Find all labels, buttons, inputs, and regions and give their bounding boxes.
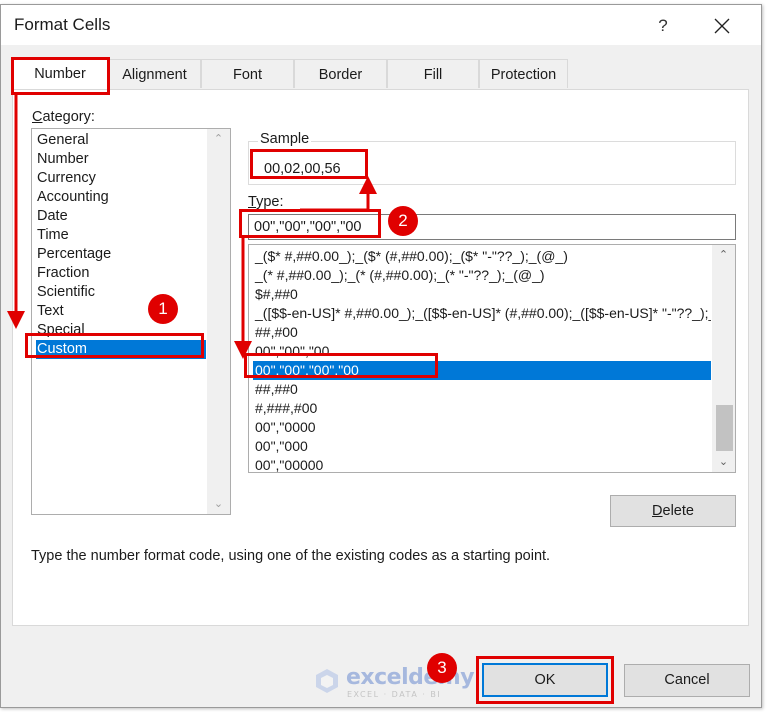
format-code-scrollbar[interactable]: ⌃ ⌄ [712, 245, 735, 472]
hint-text: Type the number format code, using one o… [31, 548, 551, 564]
format-code-item[interactable]: _($* #,##0.00_);_($* (#,##0.00);_($* "-"… [253, 247, 711, 266]
category-item-time[interactable]: Time [36, 226, 206, 245]
format-code-item[interactable]: 00","0000 [253, 418, 711, 437]
chevron-up-icon[interactable]: ⌃ [207, 129, 230, 149]
category-item-scientific[interactable]: Scientific [36, 283, 206, 302]
tab-border[interactable]: Border [294, 59, 387, 88]
delete-button[interactable]: Delete [610, 495, 736, 527]
format-code-item[interactable]: _(* #,##0.00_);_(* (#,##0.00);_(* "-"??_… [253, 266, 711, 285]
category-scrollbar[interactable]: ⌃ ⌄ [207, 129, 230, 514]
format-cells-dialog: Format Cells ? Number Alignment Font Bor… [0, 4, 762, 708]
chevron-down-icon[interactable]: ⌄ [207, 494, 230, 514]
category-item-percentage[interactable]: Percentage [36, 245, 206, 264]
category-item-custom[interactable]: Custom [36, 340, 206, 359]
category-item-date[interactable]: Date [36, 207, 206, 226]
category-label: Category: [32, 109, 95, 125]
tab-number[interactable]: Number [12, 58, 108, 89]
format-code-item[interactable]: 00","00000 [253, 456, 711, 472]
dialog-title: Format Cells [14, 15, 111, 34]
format-code-item-selected[interactable]: 00","00","00","00 [253, 361, 711, 380]
step-badge-2: 2 [388, 206, 418, 236]
sample-value: 00,02,00,56 [264, 161, 341, 177]
chevron-down-icon[interactable]: ⌄ [712, 452, 735, 472]
format-code-item[interactable]: 00","00","00 [253, 342, 711, 361]
format-code-item[interactable]: ##,##0 [253, 380, 711, 399]
format-code-item[interactable]: $#,##0 [253, 285, 711, 304]
watermark-tagline: EXCEL · DATA · BI [347, 690, 442, 699]
type-input[interactable] [248, 214, 736, 240]
exceldemy-logo-icon [316, 669, 338, 693]
step-badge-1: 1 [148, 294, 178, 324]
category-item-number[interactable]: Number [36, 150, 206, 169]
ok-button[interactable]: OK [482, 663, 608, 697]
step-badge-3: 3 [427, 653, 457, 683]
close-button[interactable] [707, 11, 737, 41]
type-label: Type: [248, 194, 284, 210]
tab-protection[interactable]: Protection [479, 59, 568, 88]
close-icon [714, 18, 730, 34]
format-code-item[interactable]: 00","000 [253, 437, 711, 456]
sample-legend: Sample [258, 131, 312, 147]
format-code-item[interactable]: ##,#00 [253, 323, 711, 342]
category-list[interactable]: General Number Currency Accounting Date … [31, 128, 231, 515]
category-item-general[interactable]: General [36, 131, 206, 150]
category-item-accounting[interactable]: Accounting [36, 188, 206, 207]
category-item-text[interactable]: Text [36, 302, 206, 321]
tab-fill[interactable]: Fill [387, 59, 479, 88]
scrollbar-thumb[interactable] [716, 405, 733, 451]
format-code-item[interactable]: _([$$-en-US]* #,##0.00_);_([$$-en-US]* (… [253, 304, 711, 323]
category-item-special[interactable]: Special [36, 321, 206, 340]
format-code-list[interactable]: _($* #,##0.00_);_($* (#,##0.00);_($* "-"… [248, 244, 736, 473]
number-tab-panel: Category: General Number Currency Accoun… [12, 89, 749, 626]
chevron-up-icon[interactable]: ⌃ [712, 245, 735, 265]
category-item-fraction[interactable]: Fraction [36, 264, 206, 283]
help-button[interactable]: ? [651, 14, 675, 38]
title-bar: Format Cells ? [1, 5, 761, 45]
tab-font[interactable]: Font [201, 59, 294, 88]
tab-alignment[interactable]: Alignment [108, 59, 201, 88]
category-item-currency[interactable]: Currency [36, 169, 206, 188]
cancel-button[interactable]: Cancel [624, 664, 750, 697]
format-code-item[interactable]: #,###,#00 [253, 399, 711, 418]
